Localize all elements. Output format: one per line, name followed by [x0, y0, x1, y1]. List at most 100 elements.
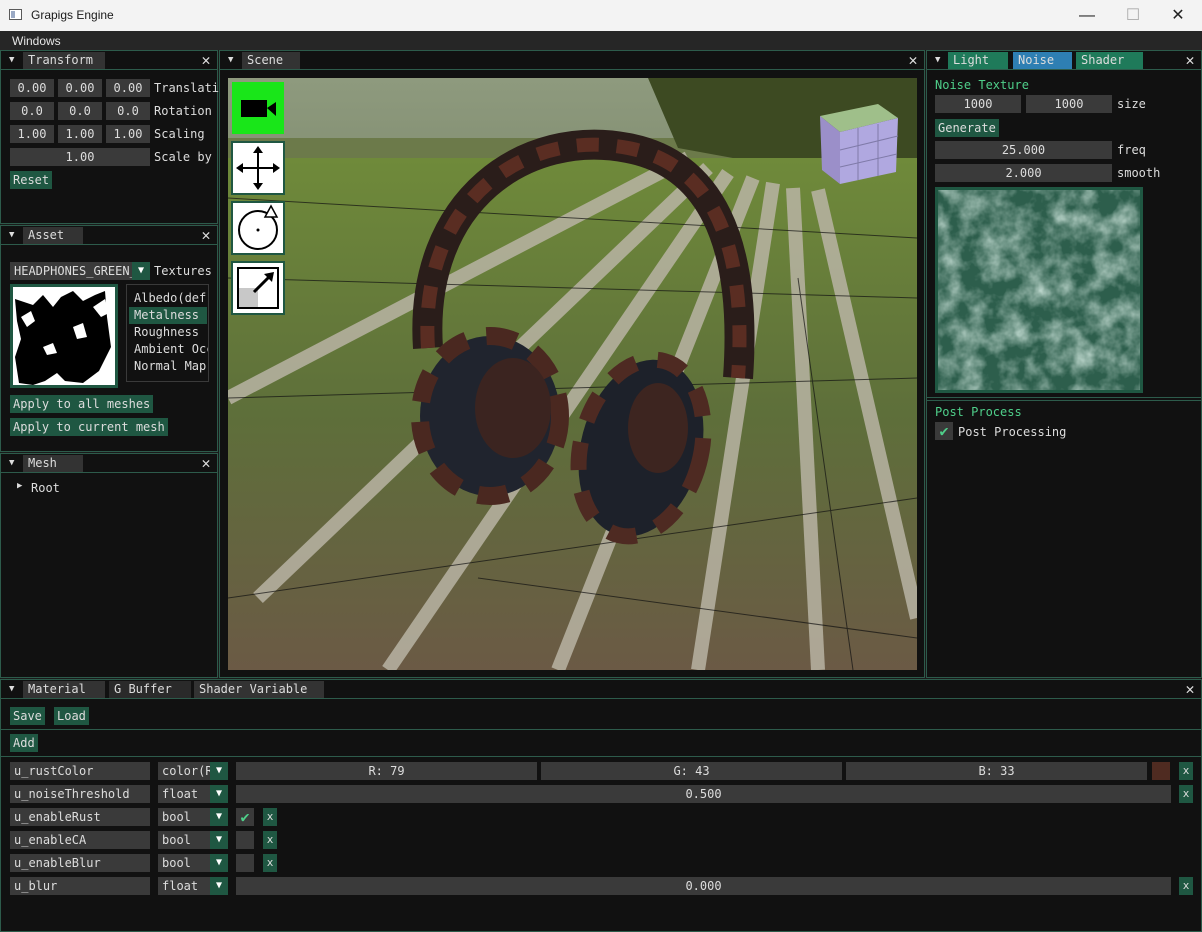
tab-noise[interactable]: Noise — [1013, 52, 1072, 69]
collapse-icon[interactable]: ▼ — [935, 55, 945, 65]
collapse-icon[interactable]: ▼ — [228, 55, 238, 65]
load-button[interactable]: Load — [54, 707, 89, 725]
tab-scene[interactable]: Scene — [242, 52, 300, 69]
close-icon[interactable]: ✕ — [199, 454, 213, 472]
tab-material[interactable]: Material — [23, 681, 105, 698]
smooth-field[interactable]: 2.000 — [935, 164, 1112, 182]
variable-type-select[interactable]: bool — [158, 831, 210, 849]
chevron-down-icon[interactable]: ▼ — [210, 785, 228, 803]
color-b-field[interactable]: B: 33 — [846, 762, 1147, 780]
variable-type-select[interactable]: color(R — [158, 762, 210, 780]
variable-name-field[interactable]: u_blur — [10, 877, 150, 895]
chevron-down-icon[interactable]: ▼ — [210, 762, 228, 780]
menu-windows[interactable]: Windows — [12, 34, 61, 48]
tab-asset[interactable]: Asset — [23, 227, 83, 244]
maximize-button[interactable]: ☐ — [1110, 0, 1156, 31]
float-value-field[interactable]: 0.500 — [236, 785, 1171, 803]
scaling-y[interactable]: 1.00 — [58, 125, 102, 143]
chevron-down-icon[interactable]: ▼ — [132, 262, 150, 280]
transform-panel: ▼ Transform ✕ 0.00 0.00 0.00 Translati 0… — [0, 50, 220, 224]
rotation-label: Rotation — [154, 104, 212, 118]
tab-mesh[interactable]: Mesh — [23, 455, 83, 472]
texture-list: Albedo(def. Metalness Roughness Ambient … — [126, 284, 209, 382]
texture-item[interactable]: Ambient Occ — [134, 342, 208, 356]
noise-texture-image — [938, 190, 1140, 390]
color-r-field[interactable]: R: 79 — [236, 762, 537, 780]
scaling-z[interactable]: 1.00 — [106, 125, 150, 143]
textures-label: Textures — [154, 264, 212, 278]
variable-type-select[interactable]: bool — [158, 808, 210, 826]
tab-shader[interactable]: Shader — [1076, 52, 1143, 69]
color-g-field[interactable]: G: 43 — [541, 762, 842, 780]
chevron-down-icon[interactable]: ▼ — [210, 854, 228, 872]
collapse-icon[interactable]: ▼ — [9, 230, 19, 240]
remove-variable-button[interactable]: x — [1179, 785, 1193, 803]
variable-type-select[interactable]: bool — [158, 854, 210, 872]
metalness-preview-image — [13, 287, 115, 385]
generate-button[interactable]: Generate — [935, 119, 999, 137]
scene-viewport[interactable] — [228, 78, 917, 670]
tree-expand-icon[interactable]: ▶ — [17, 481, 22, 491]
bool-checkbox[interactable] — [236, 831, 254, 849]
rotation-z[interactable]: 0.0 — [106, 102, 150, 120]
size-width-field[interactable]: 1000 — [935, 95, 1021, 113]
freq-field[interactable]: 25.000 — [935, 141, 1112, 159]
tab-shader-variable[interactable]: Shader Variable — [194, 681, 324, 698]
close-icon[interactable]: ✕ — [1183, 51, 1197, 69]
post-processing-label: Post Processing — [958, 425, 1067, 439]
variable-name-field[interactable]: u_enableBlur — [10, 854, 150, 872]
apply-current-mesh-button[interactable]: Apply to current mesh — [10, 418, 168, 436]
scaling-x[interactable]: 1.00 — [10, 125, 54, 143]
translation-label: Translati — [154, 81, 220, 95]
asset-select[interactable]: HEADPHONES_GREEN_ — [10, 262, 132, 280]
reset-button[interactable]: Reset — [10, 171, 53, 189]
size-height-field[interactable]: 1000 — [1026, 95, 1112, 113]
tab-g-buffer[interactable]: G Buffer — [109, 681, 191, 698]
translation-x[interactable]: 0.00 — [10, 79, 54, 97]
collapse-icon[interactable]: ▼ — [9, 684, 19, 694]
texture-item[interactable]: Normal Map — [134, 359, 206, 373]
remove-variable-button[interactable]: x — [1179, 877, 1193, 895]
texture-item[interactable]: Roughness — [134, 325, 199, 339]
rotation-x[interactable]: 0.0 — [10, 102, 54, 120]
variable-name-field[interactable]: u_enableRust — [10, 808, 150, 826]
remove-variable-button[interactable]: x — [263, 854, 277, 872]
texture-item-selected[interactable]: Metalness — [134, 308, 199, 322]
tree-root-item[interactable]: Root — [31, 481, 60, 495]
bool-checkbox[interactable] — [236, 854, 254, 872]
save-button[interactable]: Save — [10, 707, 45, 725]
chevron-down-icon[interactable]: ▼ — [210, 831, 228, 849]
float-value-field[interactable]: 0.000 — [236, 877, 1171, 895]
close-window-button[interactable]: ✕ — [1155, 0, 1201, 31]
add-button[interactable]: Add — [10, 734, 38, 752]
translation-z[interactable]: 0.00 — [106, 79, 150, 97]
remove-variable-button[interactable]: x — [263, 808, 277, 826]
close-icon[interactable]: ✕ — [199, 226, 213, 244]
variable-name-field[interactable]: u_rustColor — [10, 762, 150, 780]
scale-by-field[interactable]: 1.00 — [10, 148, 150, 166]
collapse-icon[interactable]: ▼ — [9, 55, 19, 65]
post-processing-checkbox[interactable]: ✔ — [935, 422, 953, 440]
tab-light[interactable]: Light — [948, 52, 1008, 69]
chevron-down-icon[interactable]: ▼ — [210, 808, 228, 826]
variable-type-select[interactable]: float — [158, 785, 210, 803]
remove-variable-button[interactable]: x — [263, 831, 277, 849]
close-icon[interactable]: ✕ — [1183, 680, 1197, 698]
chevron-down-icon[interactable]: ▼ — [210, 877, 228, 895]
collapse-icon[interactable]: ▼ — [9, 458, 19, 468]
texture-item[interactable]: Albedo(def. — [134, 291, 208, 305]
translation-y[interactable]: 0.00 — [58, 79, 102, 97]
variable-name-field[interactable]: u_enableCA — [10, 831, 150, 849]
close-icon[interactable]: ✕ — [906, 51, 920, 69]
close-icon[interactable]: ✕ — [199, 51, 213, 69]
view-cube-icon[interactable] — [820, 104, 899, 184]
minimize-button[interactable]: — — [1064, 0, 1110, 31]
bool-checkbox-checked[interactable]: ✔ — [236, 808, 254, 826]
variable-type-select[interactable]: float — [158, 877, 210, 895]
variable-name-field[interactable]: u_noiseThreshold — [10, 785, 150, 803]
tab-transform[interactable]: Transform — [23, 52, 105, 69]
apply-all-meshes-button[interactable]: Apply to all meshes — [10, 395, 154, 413]
rotation-y[interactable]: 0.0 — [58, 102, 102, 120]
remove-variable-button[interactable]: x — [1179, 762, 1193, 780]
color-swatch[interactable] — [1152, 762, 1170, 780]
